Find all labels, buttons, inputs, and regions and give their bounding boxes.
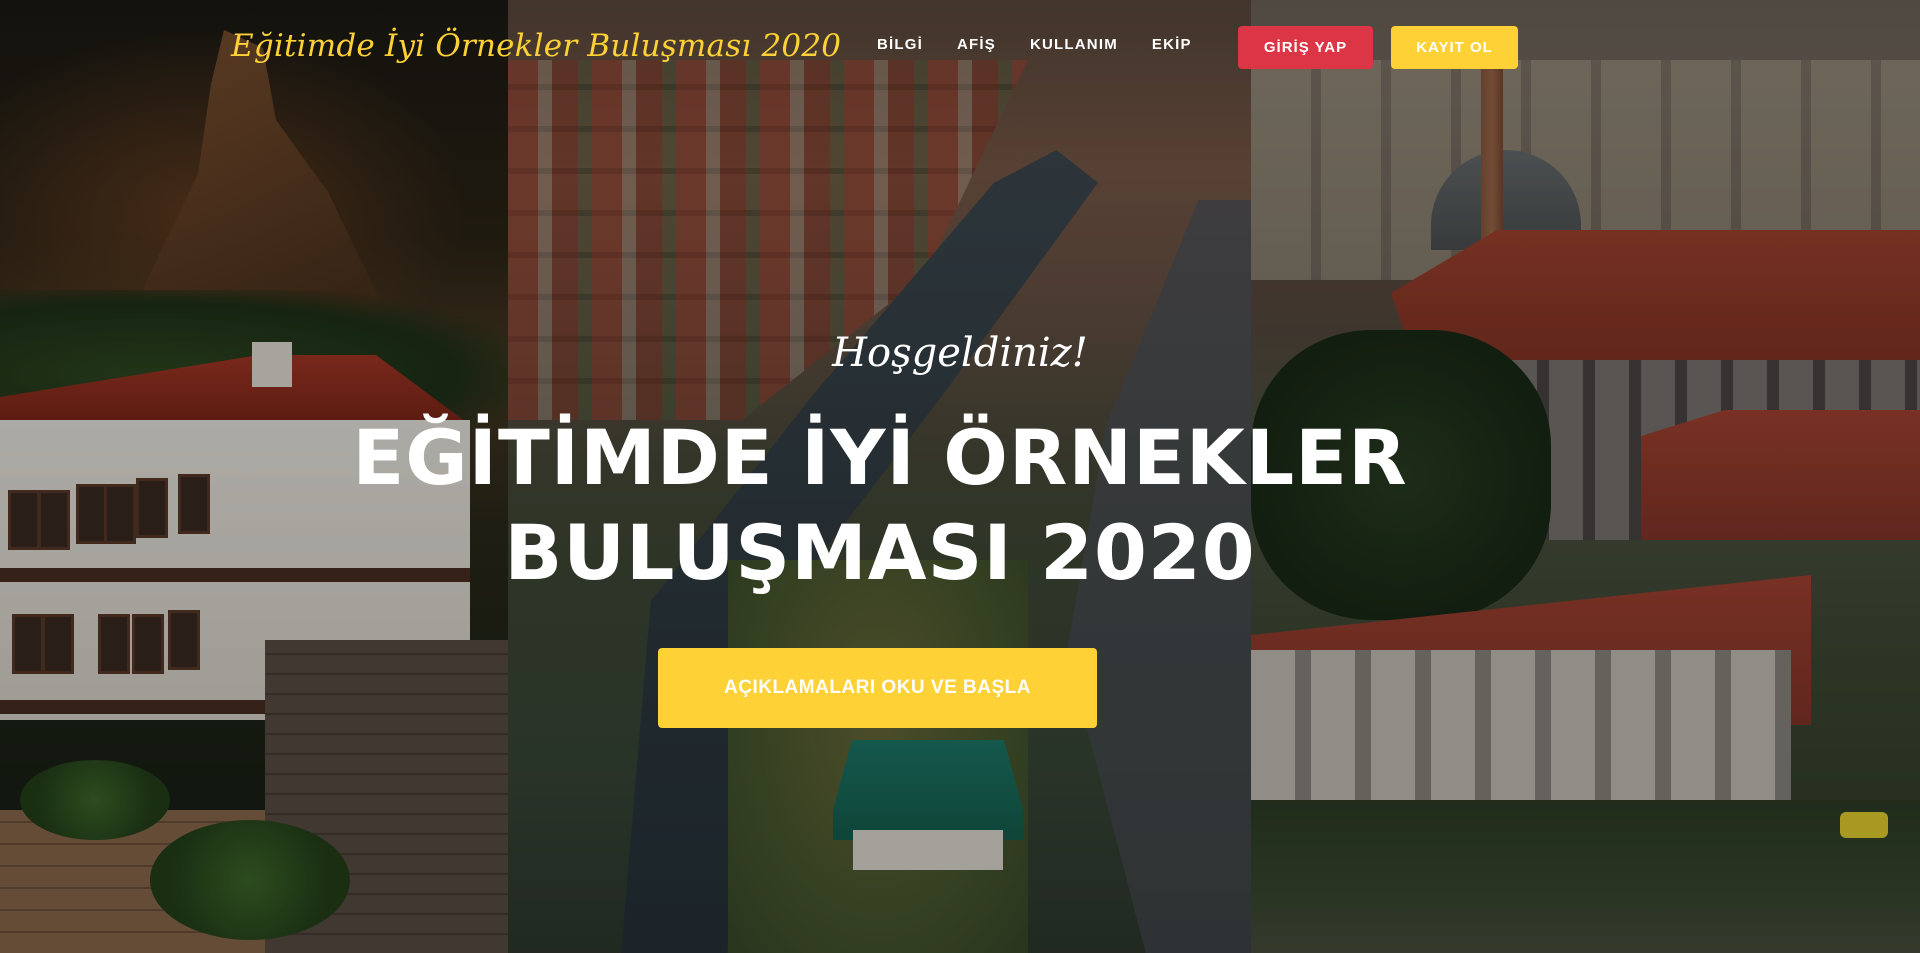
- hero-headline: EĞİTİMDE İYİ ÖRNEKLER BULUŞMASI 2020: [0, 410, 1760, 600]
- hero-section: Eğitimde İyi Örnekler Buluşması 2020 BİL…: [0, 0, 1920, 953]
- start-button[interactable]: AÇIKLAMALARI OKU VE BAŞLA: [658, 648, 1097, 728]
- nav-link-afis[interactable]: AFİŞ: [940, 36, 1013, 53]
- brand-logo-text[interactable]: Eğitimde İyi Örnekler Buluşması 2020: [231, 28, 841, 64]
- top-navbar: Eğitimde İyi Örnekler Buluşması 2020 BİL…: [0, 0, 1920, 96]
- register-button[interactable]: KAYIT OL: [1391, 26, 1518, 69]
- hero-headline-line2: BULUŞMASI 2020: [504, 508, 1256, 597]
- welcome-heading: Hoşgeldiniz!: [832, 330, 1088, 376]
- nav-link-bilgi[interactable]: BİLGİ: [860, 36, 940, 53]
- nav-link-kullanim[interactable]: KULLANIM: [1013, 36, 1135, 53]
- login-button[interactable]: GİRİŞ YAP: [1238, 26, 1373, 69]
- nav-link-ekip[interactable]: EKİP: [1135, 36, 1209, 53]
- nav-links: BİLGİ AFİŞ KULLANIM EKİP: [860, 36, 1209, 53]
- hero-headline-line1: EĞİTİMDE İYİ ÖRNEKLER: [352, 413, 1408, 502]
